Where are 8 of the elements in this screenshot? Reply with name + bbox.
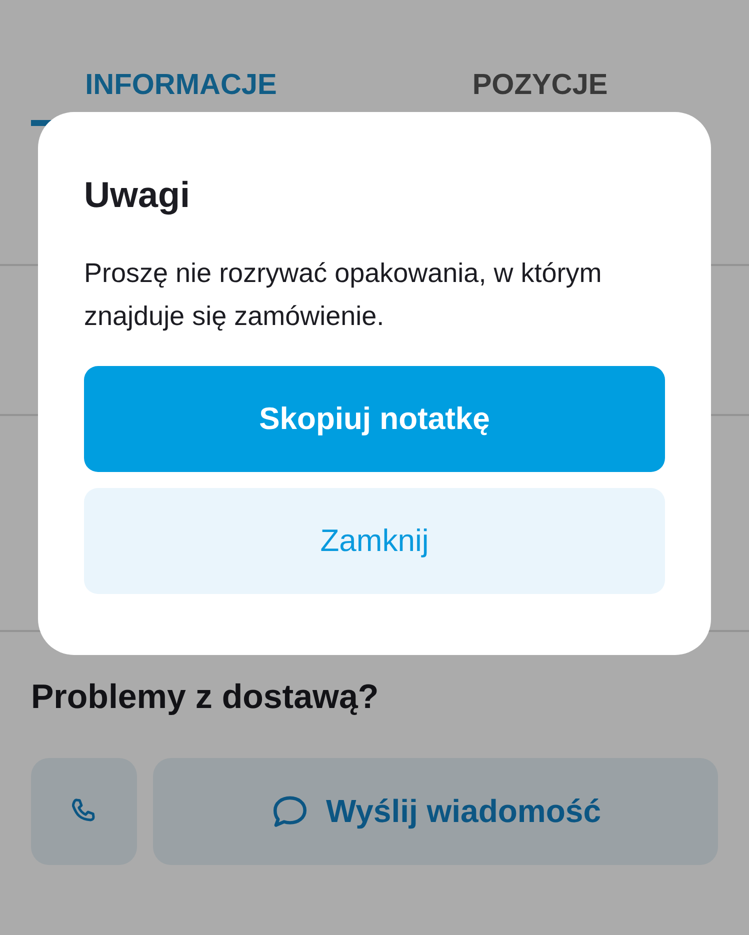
dialog-title: Uwagi	[84, 174, 192, 216]
section-heading: Problemy z dostawą?	[30, 677, 380, 718]
dialog-message: Proszę nie rozrywać opakowania, w którym znajduje się zamówienie.	[84, 257, 603, 333]
copy-note-button[interactable]: Skopiuj notatkę	[84, 366, 665, 472]
close-button[interactable]: Zamknij	[84, 488, 665, 594]
send-message-button[interactable]: Wyślij wiadomość	[153, 758, 718, 865]
tab[interactable]: POZYCJE	[331, 62, 749, 126]
call-button[interactable]	[31, 758, 137, 865]
